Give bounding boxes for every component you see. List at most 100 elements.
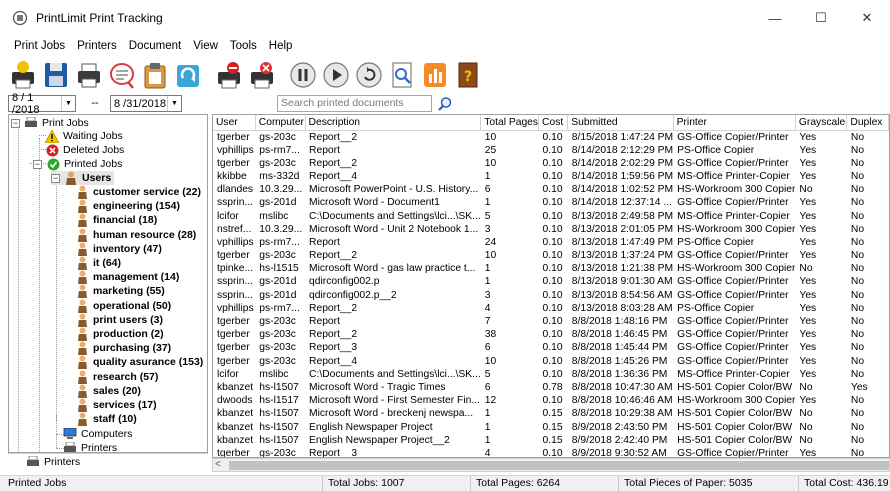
tree-label: it (64) — [93, 257, 122, 269]
table-row[interactable]: ssprin... gs-201d qdirconfig002.p 1 0.10 8/13… — [213, 275, 889, 288]
tree-node-department[interactable]: financial (18) — [75, 213, 157, 228]
tree-node-printed-jobs[interactable]: − Printed Jobs — [33, 157, 122, 171]
table-cell: 4 — [484, 447, 491, 458]
table-row[interactable]: tgerber gs-203c Report__2 10 0.10 8/13/2018 1… — [213, 249, 889, 262]
table-row[interactable]: kbanzet hs-l1507 Microsoft Word - Tragic T… — [213, 381, 889, 394]
tree-node-department[interactable]: engineering (154) — [75, 199, 180, 214]
table-cell: gs-201d — [259, 289, 297, 301]
table-cell: gs-203c — [259, 131, 296, 143]
collapse-toggle[interactable]: − — [11, 118, 20, 128]
horizontal-scrollbar[interactable]: < — [212, 458, 890, 472]
tree-node-department[interactable]: management (14) — [75, 270, 179, 285]
table-row[interactable]: ssprin... gs-201d qdirconfig002.p__2 3 0.10 8… — [213, 289, 889, 302]
stop-printer-button[interactable] — [214, 59, 244, 91]
tree-node-print-jobs[interactable]: − Print Jobs — [11, 116, 89, 130]
tree-node-printers[interactable]: Printers — [63, 441, 117, 452]
table-row[interactable]: vphillips ps-rm7... Report__2 4 0.10 8/13/201… — [213, 302, 889, 315]
collapse-toggle[interactable]: − — [33, 159, 42, 169]
column-header-total-pages[interactable]: Total Pages — [480, 115, 540, 131]
close-button[interactable]: ✕ — [844, 0, 890, 36]
chevron-down-icon[interactable]: ▼ — [61, 96, 75, 111]
column-header-printer[interactable]: Printer — [673, 115, 796, 131]
tree-node-department[interactable]: operational (50) — [75, 299, 171, 313]
table-row[interactable]: tgerber gs-203c Report__2 10 0.10 8/14/2018 2… — [213, 157, 889, 170]
column-header-description[interactable]: Description — [305, 115, 482, 131]
table-row[interactable]: tpinke... hs-l1515 Microsoft Word - gas la… — [213, 262, 889, 275]
menu-tools[interactable]: Tools — [224, 40, 263, 52]
table-row[interactable]: kbanzet hs-l1507 Microsoft Word - breckenj… — [213, 407, 889, 420]
clipboard-button[interactable] — [140, 59, 170, 91]
tree-node-department[interactable]: inventory (47) — [75, 242, 162, 256]
scrollbar-thumb[interactable] — [229, 461, 889, 470]
tree-node-department[interactable]: quality asurance (153) — [75, 355, 203, 370]
column-header-grayscale[interactable]: Grayscale — [795, 115, 848, 131]
tree-node-department[interactable]: print users (3) — [75, 313, 163, 327]
menu-help[interactable]: Help — [263, 40, 299, 52]
reports-button[interactable] — [420, 59, 450, 91]
menu-document[interactable]: Document — [123, 40, 187, 52]
table-row[interactable]: tgerber gs-203c Report 7 0.10 8/8/2018 1:48:1… — [213, 315, 889, 328]
column-header-cost[interactable]: Cost — [538, 115, 569, 131]
column-header-submitted[interactable]: Submitted — [567, 115, 674, 131]
pause-button[interactable] — [288, 59, 318, 91]
menu-printers[interactable]: Printers — [71, 40, 123, 52]
date-to-picker[interactable]: 8 /31/2018 ▼ — [110, 95, 182, 112]
tree-node-users[interactable]: − Users — [51, 171, 115, 185]
tree-node-department[interactable]: marketing (55) — [75, 284, 165, 299]
column-header-duplex[interactable]: Duplex — [846, 115, 889, 131]
tree-node-department[interactable]: staff (10) — [75, 412, 137, 427]
table-row[interactable]: lcifor mslibc C:\Documents and Settings\lc… — [213, 209, 889, 222]
tree-node-department[interactable]: sales (20) — [75, 384, 141, 398]
table-cell: 6 — [484, 184, 491, 196]
column-header-user[interactable]: User — [213, 115, 256, 131]
table-row[interactable]: kbanzet hs-l1507 English Newspaper Project… — [213, 434, 889, 447]
search-button[interactable] — [435, 94, 455, 113]
table-row[interactable]: dlandes 10.3.29... Microsoft PowerPoint - … — [213, 183, 889, 196]
tree-node-department[interactable]: purchasing (37) — [75, 341, 171, 356]
menu-view[interactable]: View — [187, 40, 224, 52]
menu-print-jobs[interactable]: Print Jobs — [8, 40, 71, 52]
tree-node-department[interactable]: customer service (22) — [75, 185, 201, 199]
tree-node-printers-root[interactable]: Printers — [8, 453, 208, 469]
table-row[interactable]: kbanzet hs-l1507 English Newspaper Project… — [213, 420, 889, 433]
table-row[interactable]: tgerber gs-203c Report__4 10 0.10 8/8/2018 1:… — [213, 355, 889, 368]
find-document-button[interactable] — [107, 59, 137, 91]
resume-button[interactable] — [321, 59, 351, 91]
maximize-button[interactable]: ☐ — [798, 0, 844, 36]
save-button[interactable] — [41, 59, 71, 91]
table-row[interactable]: kkibbe ms-332d Report__4 1 0.10 8/14/2018 1:5… — [213, 170, 889, 183]
print-preview-button[interactable] — [387, 59, 417, 91]
collapse-toggle[interactable]: − — [51, 173, 60, 183]
table-row[interactable]: vphillips ps-rm7... Report 24 0.10 8/13/2018 … — [213, 236, 889, 249]
minimize-button[interactable]: — — [752, 0, 798, 36]
help-button[interactable]: ? — [453, 59, 483, 91]
date-from-picker[interactable]: 8 / 1 /2018 ▼ — [8, 92, 76, 116]
tree-node-department[interactable]: human resource (28) — [75, 228, 196, 242]
table-row[interactable]: ssprin... gs-201d Microsoft Word - Documen… — [213, 196, 889, 209]
chevron-down-icon[interactable]: ▼ — [167, 96, 181, 111]
table-row[interactable]: tgerber gs-203c Report__2 10 0.10 8/15/2018 1… — [213, 130, 889, 144]
scroll-left-icon[interactable]: < — [215, 459, 221, 470]
print-user-button[interactable] — [8, 59, 38, 91]
tree-node-deleted-jobs[interactable]: Deleted Jobs — [45, 143, 124, 157]
tree-node-waiting-jobs[interactable]: Waiting Jobs — [45, 129, 123, 143]
tree-node-department[interactable]: research (57) — [75, 370, 158, 384]
tree-node-department[interactable]: services (17) — [75, 398, 157, 412]
table-row[interactable]: vphillips ps-rm7... Report 25 0.10 8/14/2018 … — [213, 144, 889, 157]
table-row[interactable]: dwoods hs-l1517 Microsoft Word - First Sem… — [213, 394, 889, 407]
table-row[interactable]: tgerber gs-203c Report__3 4 0.10 8/9/2018 9:3… — [213, 447, 889, 458]
search-input[interactable]: Search printed documents — [277, 95, 432, 112]
print-button[interactable] — [74, 59, 104, 91]
cancel-printer-button[interactable] — [247, 59, 277, 91]
table-cell: No — [799, 263, 813, 275]
column-header-computer[interactable]: Computer — [255, 115, 306, 131]
restart-button[interactable] — [354, 59, 384, 91]
tree-node-department[interactable]: it (64) — [75, 256, 121, 270]
tree-node-department[interactable]: production (2) — [75, 327, 164, 341]
table-row[interactable]: nstref... 10.3.29... Microsoft Word - Unit… — [213, 223, 889, 236]
table-row[interactable]: tgerber gs-203c Report__3 6 0.10 8/8/2018 1:4… — [213, 341, 889, 354]
refresh-button[interactable] — [173, 59, 203, 91]
table-row[interactable]: lcifor mslibc C:\Documents and Settings\lc… — [213, 368, 889, 381]
tree-node-computers[interactable]: Computers — [63, 427, 132, 441]
table-row[interactable]: tgerber gs-203c Report__2 38 0.10 8/8/2018 1:… — [213, 328, 889, 341]
